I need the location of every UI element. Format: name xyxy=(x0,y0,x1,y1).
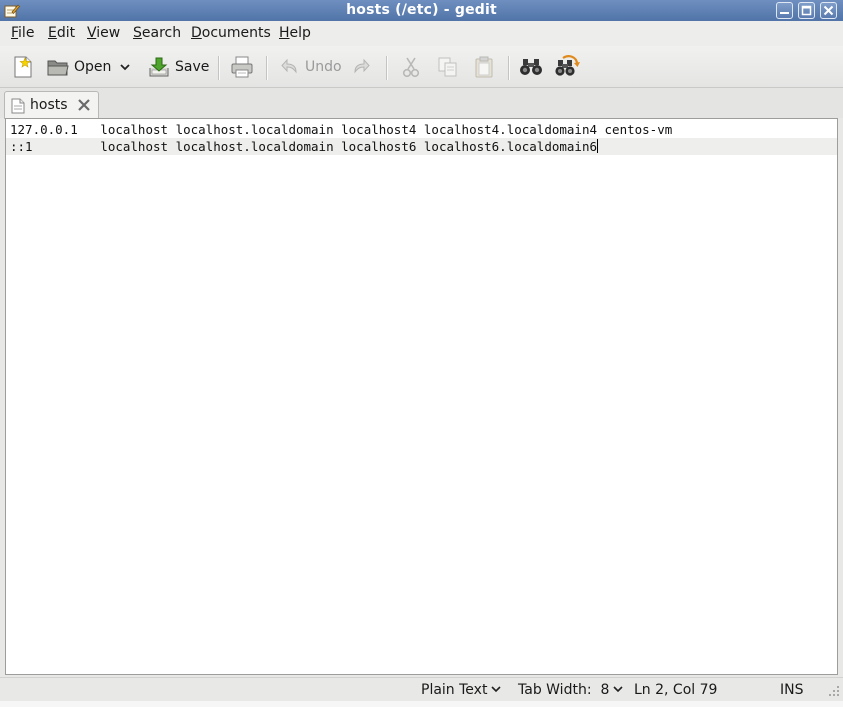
window-bottom-edge xyxy=(0,701,843,707)
menu-file-label: ile xyxy=(18,25,35,41)
close-button[interactable] xyxy=(820,2,837,19)
minimize-button[interactable] xyxy=(776,2,793,19)
toolbar-separator xyxy=(266,56,267,80)
undo-label: Undo xyxy=(305,59,342,75)
copy-button[interactable] xyxy=(437,53,459,81)
menu-edit[interactable]: Edit xyxy=(48,25,75,41)
text-editor[interactable]: 127.0.0.1 localhost localhost.localdomai… xyxy=(5,118,838,675)
minimize-icon xyxy=(780,12,789,14)
undo-button[interactable]: Undo xyxy=(280,53,342,81)
tab-label: hosts xyxy=(30,97,68,113)
paste-icon xyxy=(475,56,493,78)
save-download-icon xyxy=(149,57,169,77)
menu-documents-label: ocuments xyxy=(201,25,271,41)
binoculars-icon xyxy=(520,59,542,75)
close-icon[interactable] xyxy=(77,98,91,112)
toolbar-separator xyxy=(386,56,387,80)
chevron-down-icon xyxy=(613,686,623,693)
open-button[interactable]: Open xyxy=(47,53,111,81)
text-document-icon xyxy=(11,98,25,114)
new-document-button[interactable] xyxy=(11,53,35,81)
line-text: ::1 localhost localhost.localdomain loca… xyxy=(10,139,597,154)
undo-icon xyxy=(281,58,297,74)
cut-button[interactable] xyxy=(400,53,422,81)
menu-help-label: elp xyxy=(289,25,311,41)
editor-line[interactable]: 127.0.0.1 localhost localhost.localdomai… xyxy=(6,121,837,138)
cursor-position: Ln 2, Col 79 xyxy=(634,682,718,698)
tab-width-selector[interactable]: Tab Width: 8 xyxy=(518,682,623,698)
chevron-down-icon xyxy=(491,686,502,693)
open-recent-dropdown[interactable] xyxy=(118,53,132,81)
window-title: hosts (/etc) - gedit xyxy=(346,2,497,18)
menu-file-mnemonic: F xyxy=(11,25,19,41)
menu-edit-mnemonic: E xyxy=(48,25,57,41)
save-button[interactable]: Save xyxy=(148,53,209,81)
status-bar: Plain Text Tab Width: 8 Ln 2, Col 79 INS xyxy=(0,677,843,701)
menu-help-mnemonic: H xyxy=(279,25,290,41)
chevron-down-icon xyxy=(120,64,130,71)
document-tab-strip: hosts xyxy=(0,88,843,119)
maximize-icon xyxy=(801,5,812,16)
line-text: 127.0.0.1 localhost localhost.localdomai… xyxy=(10,122,673,137)
menu-help[interactable]: Help xyxy=(279,25,311,41)
close-icon xyxy=(823,5,834,16)
save-label: Save xyxy=(175,59,210,75)
menu-bar: File Edit View Search Documents Help xyxy=(0,21,843,46)
menu-file[interactable]: File xyxy=(11,25,34,41)
maximize-button[interactable] xyxy=(798,2,815,19)
resize-grip-icon[interactable] xyxy=(828,685,840,697)
open-label: Open xyxy=(74,59,112,75)
language-selector[interactable]: Plain Text xyxy=(421,682,502,698)
language-label: Plain Text xyxy=(421,682,488,698)
menu-view-label: iew xyxy=(96,25,121,41)
title-bar[interactable]: hosts (/etc) - gedit xyxy=(0,0,843,21)
text-cursor xyxy=(597,139,598,153)
menu-edit-label: dit xyxy=(56,25,76,41)
toolbar: Open Save Undo xyxy=(0,46,843,88)
menu-documents-mnemonic: D xyxy=(191,25,202,41)
paste-button[interactable] xyxy=(473,53,495,81)
redo-button[interactable] xyxy=(351,53,371,81)
copy-icon xyxy=(438,57,457,77)
menu-view[interactable]: View xyxy=(87,25,120,41)
folder-open-icon xyxy=(47,60,69,76)
new-document-icon xyxy=(14,56,32,78)
menu-search[interactable]: Search xyxy=(133,25,181,41)
insert-mode: INS xyxy=(780,682,804,698)
menu-search-mnemonic: S xyxy=(133,25,142,41)
tab-hosts[interactable]: hosts xyxy=(4,91,99,119)
menu-search-label: earch xyxy=(141,25,182,41)
scissors-icon xyxy=(402,57,420,78)
find-replace-button[interactable] xyxy=(555,53,581,81)
find-button[interactable] xyxy=(519,53,543,81)
menu-view-mnemonic: V xyxy=(87,25,97,41)
printer-icon xyxy=(231,56,253,78)
editor-current-line[interactable]: ::1 localhost localhost.localdomain loca… xyxy=(6,138,837,155)
toolbar-separator xyxy=(218,56,219,80)
print-button[interactable] xyxy=(230,53,254,81)
tab-width-label: Tab Width: 8 xyxy=(518,682,610,698)
redo-icon xyxy=(354,58,370,74)
find-replace-icon xyxy=(555,55,580,76)
menu-documents[interactable]: Documents xyxy=(191,25,271,41)
toolbar-separator xyxy=(508,56,509,80)
